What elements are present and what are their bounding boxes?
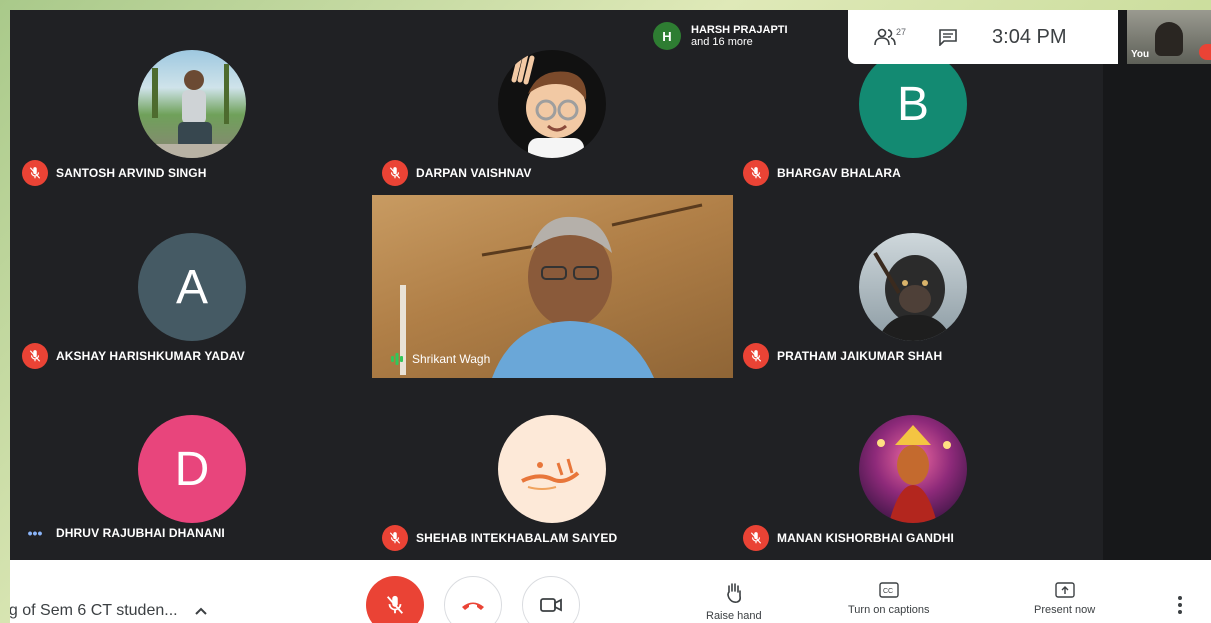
participant-nameplate: SANTOSH ARVIND SINGH: [22, 160, 206, 186]
right-strip: [1103, 10, 1211, 560]
video-participant-name: Shrikant Wagh: [412, 352, 491, 366]
captions-icon: CC: [879, 582, 899, 598]
participant-tile[interactable]: SANTOSH ARVIND SINGH: [10, 10, 360, 186]
participant-tile[interactable]: SHEHAB INTEKHABALAM SAIYED: [370, 375, 720, 551]
raise-hand-label: Raise hand: [706, 610, 762, 622]
participant-nameplate: ••• DHRUV RAJUBHAI DHANANI: [22, 525, 225, 541]
mic-toggle-button[interactable]: [366, 576, 424, 623]
leave-call-button[interactable]: [444, 576, 502, 623]
participant-avatar-photo: [138, 50, 246, 158]
participant-tile[interactable]: A AKSHAY HARISHKUMAR YADAV: [10, 193, 360, 369]
participant-name: BHARGAV BHALARA: [777, 166, 901, 180]
video-frame: [400, 203, 703, 378]
participant-name: SANTOSH ARVIND SINGH: [56, 166, 207, 180]
clock: 3:04 PM: [992, 25, 1067, 48]
participant-name: MANAN KISHORBHAI GANDHI: [777, 531, 954, 545]
chat-icon: [939, 29, 957, 46]
present-now-button[interactable]: Present now: [1034, 582, 1095, 616]
present-icon: [1054, 582, 1075, 598]
participant-avatar-calligraphy: [498, 415, 606, 523]
captions-label: Turn on captions: [848, 604, 930, 616]
mic-off-icon: [743, 160, 769, 186]
more-dots-icon: •••: [27, 525, 43, 541]
meeting-title: ng of Sem 6 CT studen...: [10, 602, 178, 619]
participant-name: AKSHAY HARISHKUMAR YADAV: [56, 349, 245, 363]
people-button[interactable]: 27: [874, 27, 907, 46]
notice-more: and 16 more: [691, 36, 753, 48]
more-options-icon[interactable]: [1178, 596, 1182, 614]
participant-nameplate: AKSHAY HARISHKUMAR YADAV: [22, 343, 245, 369]
mic-off-icon: [743, 525, 769, 551]
camera-toggle-button[interactable]: [522, 576, 580, 623]
mic-off-icon: [382, 525, 408, 551]
participant-avatar-letter: B: [859, 50, 967, 158]
participant-tile[interactable]: MANAN KISHORBHAI GANDHI: [731, 375, 1081, 551]
participant-name: DHRUV RAJUBHAI DHANANI: [56, 526, 225, 540]
video-camera-icon: [540, 598, 562, 612]
participant-avatar-photo: [859, 233, 967, 341]
self-mic-off-indicator: [1199, 44, 1211, 60]
mic-off-icon: [386, 595, 404, 614]
audio-level-icon: [391, 353, 403, 365]
bottom-control-bar: ng of Sem 6 CT studen... Raise hand CC T…: [10, 560, 1211, 623]
hang-up-icon: [462, 602, 484, 610]
self-view-label: You: [1131, 49, 1150, 60]
chevron-up-icon: [194, 607, 207, 615]
mic-off-icon: [22, 343, 48, 369]
meeting-info-bar: 27 3:04 PM: [848, 10, 1118, 64]
people-count: 27: [896, 27, 907, 37]
raise-hand-button[interactable]: Raise hand: [706, 582, 762, 622]
participant-nameplate: BHARGAV BHALARA: [743, 160, 901, 186]
captions-button[interactable]: CC Turn on captions: [848, 582, 930, 616]
participant-nameplate: MANAN KISHORBHAI GANDHI: [743, 525, 954, 551]
participant-nameplate: SHEHAB INTEKHABALAM SAIYED: [382, 525, 617, 551]
participant-nameplate: DARPAN VAISHNAV: [382, 160, 532, 186]
video-nameplate: Shrikant Wagh: [390, 352, 490, 366]
notice-name: HARSH PRAJAPTI: [691, 24, 788, 36]
self-view-thumbnail[interactable]: You: [1127, 10, 1211, 64]
participant-avatar-letter: A: [138, 233, 246, 341]
participant-tile[interactable]: D ••• DHRUV RAJUBHAI DHANANI: [10, 375, 360, 545]
participant-name: SHEHAB INTEKHABALAM SAIYED: [416, 531, 618, 545]
participant-joined-notice[interactable]: H HARSH PRAJAPTI and 16 more: [645, 10, 850, 62]
meeting-stage: SANTOSH ARVIND SINGH DARPAN VAISHNAV B B…: [10, 10, 1211, 623]
chat-button[interactable]: [938, 28, 958, 46]
participant-nameplate: PRATHAM JAIKUMAR SHAH: [743, 343, 942, 369]
svg-text:CC: CC: [883, 588, 893, 595]
mic-off-icon: [382, 160, 408, 186]
participant-avatar-letter: D: [138, 415, 246, 523]
participant-avatar-memoji: [498, 50, 606, 158]
participant-initial-avatar: H: [653, 22, 681, 50]
participant-name: PRATHAM JAIKUMAR SHAH: [777, 349, 943, 363]
present-now-label: Present now: [1034, 604, 1096, 616]
participant-tile[interactable]: PRATHAM JAIKUMAR SHAH: [731, 193, 1081, 369]
mic-off-icon: [22, 160, 48, 186]
mic-off-icon: [743, 343, 769, 369]
people-icon: [874, 28, 896, 46]
meeting-details-toggle[interactable]: ng of Sem 6 CT studen...: [10, 602, 208, 620]
participant-avatar-photo: [859, 415, 967, 523]
participant-name: DARPAN VAISHNAV: [416, 166, 532, 180]
hand-icon: [727, 583, 741, 603]
self-view-person: [1155, 22, 1183, 56]
main-video-tile[interactable]: Shrikant Wagh: [372, 195, 733, 378]
